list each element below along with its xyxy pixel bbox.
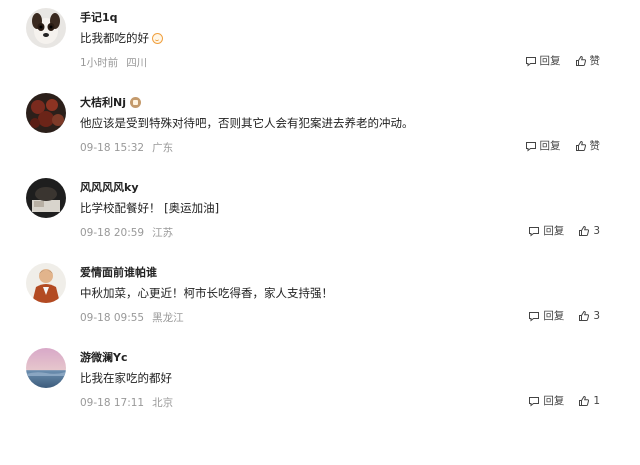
reply-button[interactable]: 回复 [525,53,561,68]
avatar[interactable] [26,348,66,388]
thumbs-up-icon [579,395,590,406]
comment-item: 游微澜Yc 比我在家吃的都好 09-18 17:11 北京 回复 1 [0,340,640,425]
comment-bubble-icon [529,226,540,237]
comment-bubble-icon [529,311,540,322]
username[interactable]: 手记1q [80,9,118,25]
reply-button[interactable]: 回复 [528,223,564,238]
comment-item: 手记1q 比我都吃的好 1小时前 四川 回复 赞 [0,0,640,85]
avatar[interactable] [26,263,66,303]
comment-actions: 回复 3 [528,223,600,238]
location: 四川 [126,57,148,69]
reply-button[interactable]: 回复 [528,308,564,323]
comment-bubble-icon [529,396,540,407]
comment-text: 中秋加菜，心更近！柯市长吃得香，家人支持强！ [80,286,333,300]
comment-item: 大桔利Nj 他应该是受到特殊对待吧，否则其它人会有犯案进去养老的冲动。 09-1… [0,85,640,170]
comment-bubble-icon [525,141,536,152]
location: 江苏 [152,227,174,239]
level-badge-icon [129,96,141,108]
like-button[interactable]: 3 [578,225,600,237]
comment-text: 比我都吃的好 [80,30,163,46]
comment-actions: 回复 3 [528,308,600,323]
location: 黑龙江 [152,312,184,324]
timestamp: 09-18 09:55 [80,312,145,324]
comment-bubble-icon [525,56,536,67]
comment-meta: 09-18 15:32 广东 [80,140,173,155]
comment-meta: 09-18 20:59 江苏 [80,225,173,240]
comment-meta: 09-18 09:55 黑龙江 [80,310,184,325]
smile-emoji-icon [152,32,163,44]
like-button[interactable]: 赞 [575,53,600,68]
avatar[interactable] [26,93,66,133]
location: 广东 [152,142,174,154]
username[interactable]: 爱情面前谁帕谁 [80,264,157,280]
timestamp: 09-18 20:59 [80,227,145,239]
timestamp: 09-18 17:11 [80,397,145,409]
like-button[interactable]: 赞 [575,138,600,153]
comment-text: 比我在家吃的都好 [80,371,172,385]
location: 北京 [152,397,174,409]
username[interactable]: 风风风风ky [80,179,139,195]
comment-meta: 09-18 17:11 北京 [80,395,173,410]
thumbs-up-icon [579,225,590,236]
timestamp: 1小时前 [80,57,119,69]
comment-item: 爱情面前谁帕谁 中秋加菜，心更近！柯市长吃得香，家人支持强！ 09-18 09:… [0,255,640,340]
comment-item: 风风风风ky 比学校配餐好！ [奥运加油] 09-18 20:59 江苏 回复 3 [0,170,640,255]
comment-actions: 回复 赞 [525,138,600,153]
reply-button[interactable]: 回复 [525,138,561,153]
comment-meta: 1小时前 四川 [80,55,147,70]
reply-button[interactable]: 回复 [528,393,564,408]
thumbs-up-icon [575,55,586,66]
comment-text: 他应该是受到特殊对待吧，否则其它人会有犯案进去养老的冲动。 [80,116,414,130]
thumbs-up-icon [579,310,590,321]
comment-text: 比学校配餐好！ [奥运加油] [80,201,220,215]
timestamp: 09-18 15:32 [80,142,145,154]
comment-actions: 回复 赞 [525,53,600,68]
avatar[interactable] [26,8,66,48]
thumbs-up-icon [575,140,586,151]
username[interactable]: 大桔利Nj [80,94,141,110]
username[interactable]: 游微澜Yc [80,349,128,365]
comment-actions: 回复 1 [528,393,600,408]
like-button[interactable]: 3 [578,310,600,322]
avatar[interactable] [26,178,66,218]
like-button[interactable]: 1 [578,395,600,407]
